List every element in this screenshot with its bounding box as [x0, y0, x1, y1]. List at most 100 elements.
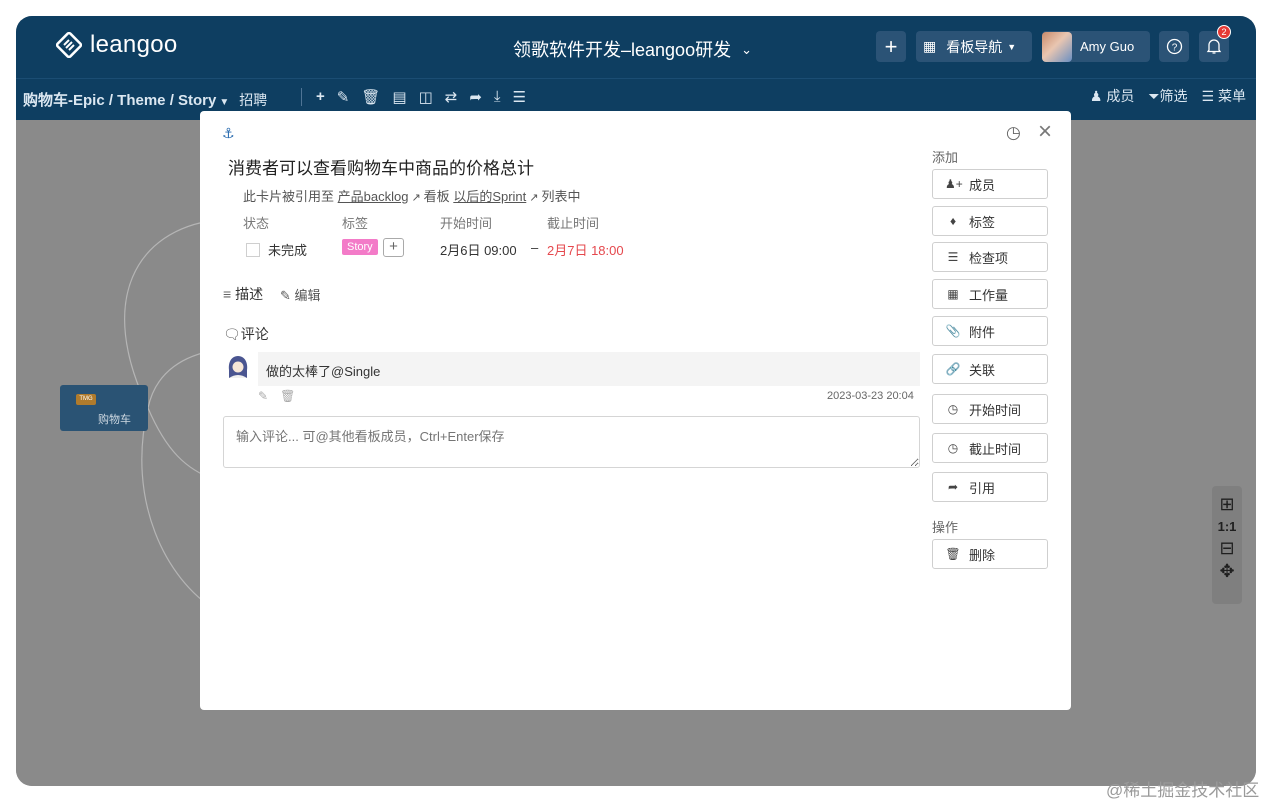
due-time-value[interactable]: 2月7日 18:00: [547, 240, 624, 259]
delete-button[interactable]: 🗑 删除: [932, 539, 1048, 569]
add-section-label: 添加: [932, 150, 959, 165]
grid-icon: ▦: [947, 287, 959, 301]
zoom-out-icon[interactable]: ⊟: [1212, 538, 1242, 559]
add-tag-button[interactable]: +: [383, 238, 404, 257]
board-nav-button[interactable]: ▦ 看板导航 ▼: [916, 31, 1032, 62]
divider: [301, 88, 302, 106]
ref-link-sprint[interactable]: 以后的Sprint: [453, 189, 526, 204]
mindmap-icon[interactable]: ◫: [419, 88, 433, 106]
status-header: 状态: [243, 216, 270, 231]
add-user-icon: ♟+: [945, 177, 963, 191]
history-icon[interactable]: ◷: [1006, 123, 1021, 143]
trash-icon: 🗑: [945, 547, 961, 561]
plus-icon[interactable]: +: [316, 88, 325, 106]
close-icon[interactable]: ×: [1038, 120, 1052, 144]
ref-suffix: 列表中: [541, 189, 581, 204]
user-name: Amy Guo: [1080, 39, 1135, 54]
story-tag[interactable]: Story: [342, 239, 378, 255]
leangoo-logo-icon: [56, 32, 82, 58]
svg-text:?: ?: [1171, 43, 1177, 54]
paperclip-icon: 📎: [945, 324, 961, 338]
download-icon[interactable]: ⤓: [494, 88, 501, 106]
zoom-reset-label[interactable]: 1:1: [1212, 519, 1242, 534]
trash-icon[interactable]: 🗑: [280, 389, 295, 403]
comment-label: 评论: [240, 326, 269, 342]
filter-button[interactable]: ⏷筛选: [1148, 86, 1187, 106]
quote-button[interactable]: ➦ 引用: [932, 472, 1048, 502]
swap-icon[interactable]: ⇄: [445, 88, 458, 106]
zoom-controls: ⊞ 1:1 ⊟ ✥: [1212, 486, 1242, 604]
add-button[interactable]: +: [876, 31, 906, 62]
help-icon[interactable]: ?: [1159, 31, 1189, 62]
comment-icon: 🗨: [223, 326, 241, 342]
watermark: @稀土掘金技术社区: [1106, 781, 1260, 800]
board-title-text: 领歌软件开发–leangoo研发: [513, 40, 732, 60]
ref-prefix: 此卡片被引用至: [243, 189, 335, 204]
start-header: 开始时间: [440, 216, 493, 231]
menu-button[interactable]: ☰ 菜单: [1202, 86, 1246, 106]
move-icon[interactable]: ✥: [1212, 561, 1242, 582]
user-icon: ♟: [1089, 88, 1103, 104]
add-workload-button[interactable]: ▦ 工作量: [932, 279, 1048, 309]
due-time-button[interactable]: ◷ 截止时间: [932, 433, 1048, 463]
trash-icon[interactable]: 🗑: [361, 88, 380, 106]
add-checklist-button[interactable]: ☰ 检查项: [932, 242, 1048, 272]
external-link-icon: ↗: [529, 192, 539, 204]
share-icon[interactable]: ➦: [469, 88, 482, 106]
anchor-icon[interactable]: ⚓: [222, 125, 235, 142]
start-time-value[interactable]: 2月6日 09:00: [440, 240, 517, 259]
top-bar: leangoo 领歌软件开发–leangoo研发 ⌄ + ▦ 看板导航 ▼ Amy…: [16, 16, 1256, 78]
link-icon: 🔗: [945, 362, 961, 376]
status-value: 未完成: [268, 243, 308, 258]
caret-down-icon: ▼: [1007, 41, 1017, 52]
user-menu[interactable]: Amy Guo: [1042, 31, 1150, 62]
breadcrumb-text: 购物车-Epic / Theme / Story: [23, 92, 217, 109]
mindmap-node[interactable]: TMG 购物车: [60, 385, 148, 431]
avatar: [1042, 31, 1072, 62]
description-section: ≡ 描述: [223, 284, 263, 304]
filter-label: 筛选: [1159, 88, 1188, 104]
card-detail-dialog: ⚓ ◷ × 消费者可以查看购物车中商品的价格总计 此卡片被引用至 产品backl…: [200, 111, 1071, 710]
clock-icon: ◷: [947, 441, 959, 455]
comment-input[interactable]: [223, 416, 920, 468]
comment-actions: ✎ 🗑: [258, 389, 295, 403]
add-member-button[interactable]: ♟+ 成员: [932, 169, 1048, 199]
status-checkbox[interactable]: 未完成: [246, 240, 307, 259]
ref-link-backlog[interactable]: 产品backlog: [338, 189, 409, 204]
recruit-link[interactable]: 招聘: [239, 92, 267, 108]
logo-text: leangoo: [90, 31, 178, 58]
node-tag: TMG: [76, 394, 96, 405]
edit-label: 编辑: [294, 288, 321, 303]
edit-description-link[interactable]: ✎ 编辑: [280, 285, 321, 304]
button-label: 截止时间: [969, 441, 1022, 457]
button-label: 删除: [969, 547, 996, 563]
members-button[interactable]: ♟ 成员: [1090, 86, 1134, 106]
add-tag-side-button[interactable]: ♦ 标签: [932, 206, 1048, 236]
start-time-button[interactable]: ◷ 开始时间: [932, 394, 1048, 424]
right-tools: ♟ 成员 ⏷筛选 ☰ 菜单: [1090, 86, 1246, 106]
zoom-in-icon[interactable]: ⊞: [1212, 494, 1242, 515]
button-label: 引用: [969, 480, 996, 496]
edit-icon[interactable]: ✎: [258, 389, 268, 403]
board-title[interactable]: 领歌软件开发–leangoo研发 ⌄: [513, 36, 752, 62]
bell-icon[interactable]: 2: [1199, 25, 1231, 62]
commenter-avatar: [228, 356, 248, 378]
ops-section-label: 操作: [932, 520, 959, 535]
button-label: 关联: [969, 362, 996, 378]
text-lines-icon: ≡: [223, 286, 232, 302]
logo[interactable]: leangoo: [56, 31, 178, 59]
edit-icon[interactable]: ✎: [337, 88, 350, 106]
breadcrumb[interactable]: 购物车-Epic / Theme / Story ▼ 招聘: [23, 89, 267, 110]
members-label: 成员: [1106, 88, 1135, 104]
card-icon[interactable]: ▤: [392, 88, 406, 106]
comment-timestamp: 2023-03-23 20:04: [827, 390, 914, 402]
add-attachment-button[interactable]: 📎 附件: [932, 316, 1048, 346]
share-icon: ➦: [947, 480, 959, 494]
grid-icon: ▦: [923, 38, 937, 54]
add-link-button[interactable]: 🔗 关联: [932, 354, 1048, 384]
checklist-icon[interactable]: ☰: [513, 88, 526, 106]
tag-header: 标签: [342, 216, 369, 231]
checkbox[interactable]: [246, 243, 260, 257]
caret-down-icon: ▼: [219, 97, 230, 108]
card-title[interactable]: 消费者可以查看购物车中商品的价格总计: [228, 154, 534, 179]
